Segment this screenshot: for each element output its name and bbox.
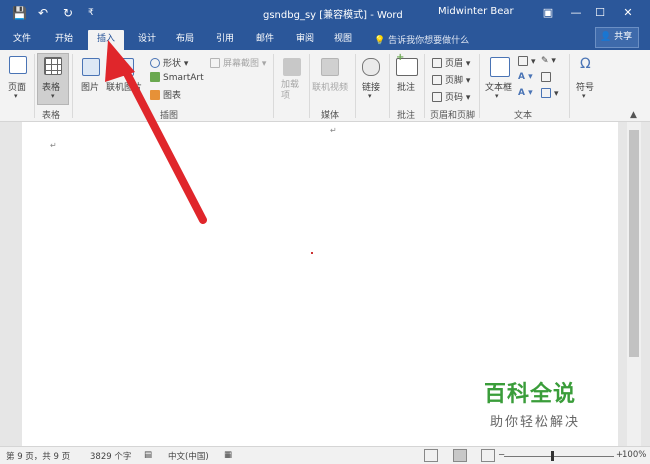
word-count[interactable]: 3829 个字 bbox=[90, 450, 131, 462]
zoom-out-button[interactable]: − bbox=[498, 450, 505, 460]
print-layout-icon[interactable] bbox=[453, 449, 467, 462]
read-mode-icon[interactable] bbox=[424, 449, 438, 462]
zoom-slider-handle[interactable] bbox=[551, 451, 554, 461]
watermark-subtitle: 助你轻松解决 bbox=[490, 415, 581, 430]
macro-icon[interactable]: ▦ bbox=[224, 450, 232, 460]
watermark-title: 百科全说 bbox=[484, 382, 577, 407]
web-layout-icon[interactable] bbox=[481, 449, 495, 462]
proofing-icon[interactable]: ▤ bbox=[144, 450, 152, 460]
zoom-slider[interactable] bbox=[504, 456, 614, 457]
zoom-level[interactable]: 100% bbox=[622, 450, 646, 460]
word-window: 💾 ↶ ↻ ₹ gsndbg_sy [兼容模式] - Word Midwinte… bbox=[0, 0, 650, 464]
status-bar: 第 9 页，共 9 页 3829 个字 ▤ 中文(中国) ▦ − + 100% bbox=[0, 446, 650, 464]
page-count[interactable]: 第 9 页，共 9 页 bbox=[6, 450, 70, 462]
language-status[interactable]: 中文(中国) bbox=[168, 450, 209, 462]
